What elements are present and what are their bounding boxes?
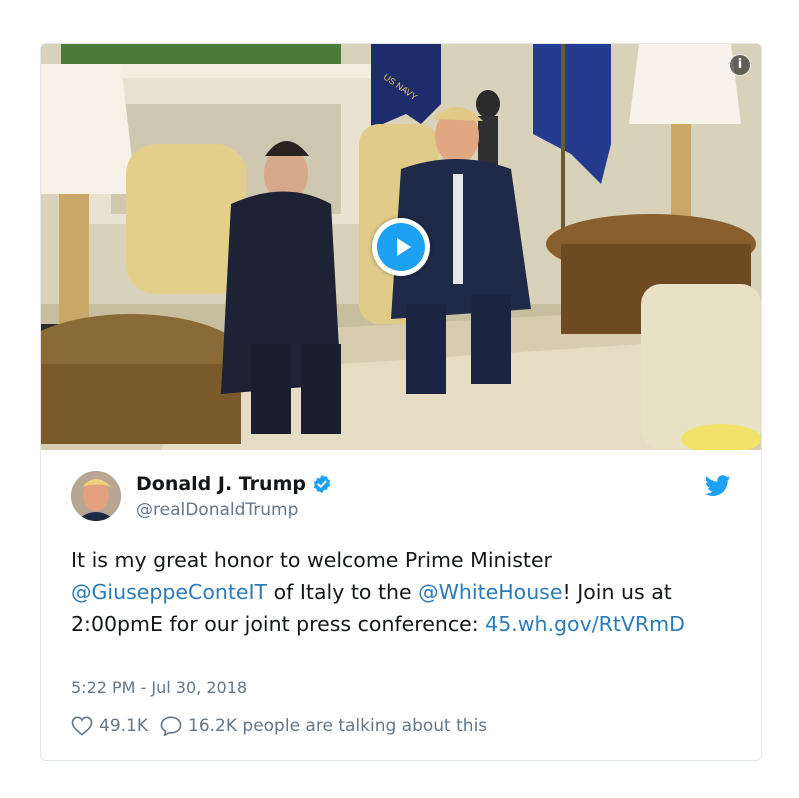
mention-giuseppeconteit[interactable]: @GiuseppeConteIT [71, 580, 267, 604]
talking-count[interactable]: 16.2K people are talking about this [188, 716, 487, 736]
tweet-link[interactable]: 45.wh.gov/RtVRmD [485, 612, 685, 636]
twitter-bird-icon[interactable] [705, 475, 731, 497]
video-thumbnail[interactable]: US NAVY i [41, 44, 761, 450]
reply-bubble-icon[interactable] [160, 716, 182, 736]
info-icon[interactable]: i [729, 54, 751, 76]
play-button-inner [377, 223, 425, 271]
author-avatar[interactable] [71, 471, 121, 521]
tweet-timestamp[interactable]: 5:22 PM - Jul 30, 2018 [71, 678, 247, 697]
play-button[interactable] [372, 218, 430, 276]
avatar-image [71, 471, 121, 521]
like-count[interactable]: 49.1K [99, 716, 148, 736]
embedded-tweet-card[interactable]: US NAVY i Donald J. Trump @realDonaldTru… [40, 43, 762, 761]
tweet-text-part1: It is my great honor to welcome Prime Mi… [71, 548, 552, 572]
verified-badge-icon [313, 474, 331, 494]
author-handle[interactable]: @realDonaldTrump [136, 500, 298, 520]
tweet-text: It is my great honor to welcome Prime Mi… [71, 544, 741, 640]
author-name-row[interactable]: Donald J. Trump [136, 473, 332, 495]
mention-whitehouse[interactable]: @WhiteHouse [418, 580, 562, 604]
heart-icon[interactable] [71, 716, 93, 736]
author-name[interactable]: Donald J. Trump [136, 473, 306, 495]
play-icon [397, 238, 411, 256]
tweet-actions: 49.1K 16.2K people are talking about thi… [71, 716, 487, 736]
tweet-text-part2: of Italy to the [267, 580, 419, 604]
